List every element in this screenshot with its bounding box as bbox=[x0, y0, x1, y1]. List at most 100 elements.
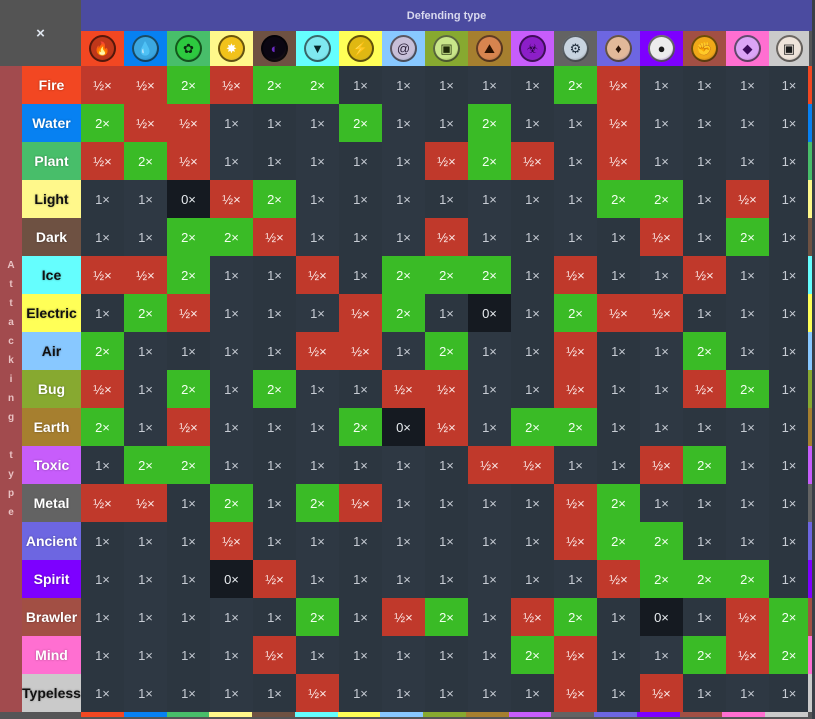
effectiveness-cell: 1× bbox=[640, 256, 683, 294]
table-row: Toxic 1× 2× 2× 1× 1× 1× 1× 1× 1× ½× ½× 1× 1× ½× 2× 1× 1× bbox=[22, 446, 812, 484]
effectiveness-cell: 1× bbox=[339, 522, 382, 560]
effectiveness-cell: ½× bbox=[210, 66, 253, 104]
column-color-marker bbox=[722, 712, 766, 717]
effectiveness-cell: 1× bbox=[468, 408, 511, 446]
attacking-type-dark[interactable]: Dark bbox=[22, 218, 81, 256]
attacking-type-ancient[interactable]: Ancient bbox=[22, 522, 81, 560]
effectiveness-cell: ½× bbox=[554, 484, 597, 522]
table-row: Bug ½× 1× 2× 1× 2× 1× 1× ½× ½× 1× 1× ½× 1× 1× ½× 2× 1× bbox=[22, 370, 812, 408]
defending-type-bug[interactable]: ▣ bbox=[425, 31, 468, 66]
effectiveness-cell: 1× bbox=[597, 636, 640, 674]
defending-type-earth[interactable]: ⛰ bbox=[468, 31, 511, 66]
effectiveness-cell: 1× bbox=[296, 180, 339, 218]
effectiveness-cell: 1× bbox=[81, 446, 124, 484]
defending-type-toxic[interactable]: ☣ bbox=[511, 31, 554, 66]
attacking-type-light[interactable]: Light bbox=[22, 180, 81, 218]
effectiveness-cell: 1× bbox=[468, 522, 511, 560]
effectiveness-cell: ½× bbox=[81, 142, 124, 180]
defending-type-typeless[interactable]: ▣ bbox=[769, 31, 809, 66]
effectiveness-cell: 1× bbox=[339, 636, 382, 674]
effectiveness-cell: 2× bbox=[468, 104, 511, 142]
attacking-type-ice[interactable]: Ice bbox=[22, 256, 81, 294]
defending-type-water[interactable]: 💧 bbox=[124, 31, 167, 66]
typeless-icon: ▣ bbox=[775, 35, 803, 62]
defending-type-electric[interactable]: ⚡ bbox=[339, 31, 382, 66]
effectiveness-cell: 2× bbox=[683, 332, 726, 370]
defending-type-dark[interactable]: ◐ bbox=[253, 31, 296, 66]
effectiveness-cell: 1× bbox=[382, 142, 425, 180]
attacking-type-brawler[interactable]: Brawler bbox=[22, 598, 81, 636]
attacking-type-metal[interactable]: Metal bbox=[22, 484, 81, 522]
effectiveness-cell: 1× bbox=[382, 218, 425, 256]
attacking-label-letter: k bbox=[8, 355, 14, 366]
effectiveness-cell: 1× bbox=[769, 218, 809, 256]
defending-type-ancient[interactable]: ♦ bbox=[597, 31, 640, 66]
attacking-label-letter: c bbox=[8, 336, 14, 347]
column-color-marker bbox=[636, 712, 680, 717]
effectiveness-cell: 1× bbox=[339, 446, 382, 484]
attacking-type-plant[interactable]: Plant bbox=[22, 142, 81, 180]
effectiveness-cell: 1× bbox=[253, 104, 296, 142]
attacking-type-air[interactable]: Air bbox=[22, 332, 81, 370]
effectiveness-cell: 1× bbox=[382, 66, 425, 104]
attacking-type-electric[interactable]: Electric bbox=[22, 294, 81, 332]
effectiveness-cell: 1× bbox=[640, 142, 683, 180]
effectiveness-cell: 1× bbox=[167, 484, 210, 522]
effectiveness-cell: 1× bbox=[124, 560, 167, 598]
defending-type-air[interactable]: @ bbox=[382, 31, 425, 66]
attacking-type-water[interactable]: Water bbox=[22, 104, 81, 142]
effectiveness-cell: 1× bbox=[769, 66, 809, 104]
effectiveness-cell: ½× bbox=[124, 256, 167, 294]
effectiveness-cell: 1× bbox=[425, 104, 468, 142]
effectiveness-cell: ½× bbox=[640, 218, 683, 256]
attacking-type-toxic[interactable]: Toxic bbox=[22, 446, 81, 484]
attacking-type-mind[interactable]: Mind bbox=[22, 636, 81, 674]
effectiveness-cell: 1× bbox=[554, 104, 597, 142]
type-effectiveness-chart: × Defending type 🔥 💧 ✿ ✸ ◐ ▼ ⚡ @ ▣ ⛰ ☣ ⚙ ♦ ● ✊ ◆ ▣ Attac… bbox=[0, 0, 815, 719]
defending-type-plant[interactable]: ✿ bbox=[167, 31, 210, 66]
column-color-marker bbox=[294, 712, 338, 717]
defending-type-metal[interactable]: ⚙ bbox=[554, 31, 597, 66]
effectiveness-cell: 1× bbox=[468, 598, 511, 636]
column-color-marker bbox=[81, 712, 124, 717]
defending-type-fire[interactable]: 🔥 bbox=[81, 31, 124, 66]
defending-type-brawler[interactable]: ✊ bbox=[683, 31, 726, 66]
effectiveness-cell: 2× bbox=[468, 142, 511, 180]
attacking-type-spirit[interactable]: Spirit bbox=[22, 560, 81, 598]
attacking-type-fire[interactable]: Fire bbox=[22, 66, 81, 104]
table-row: Spirit 1× 1× 1× 0× ½× 1× 1× 1× 1× 1× 1× 1× ½× 2× 2× 2× 1× bbox=[22, 560, 812, 598]
effectiveness-cell: 2× bbox=[296, 598, 339, 636]
defending-type-ice[interactable]: ▼ bbox=[296, 31, 339, 66]
attacking-label-letter: n bbox=[7, 393, 15, 404]
effectiveness-cell: ½× bbox=[210, 180, 253, 218]
effectiveness-cell: 1× bbox=[683, 218, 726, 256]
effectiveness-cell: 1× bbox=[296, 294, 339, 332]
effectiveness-cell: 1× bbox=[81, 636, 124, 674]
table-row: Light 1× 1× 0× ½× 2× 1× 1× 1× 1× 1× 1× 1× 2× 2× 1× ½× 1× bbox=[22, 180, 812, 218]
attacking-type-earth[interactable]: Earth bbox=[22, 408, 81, 446]
effectiveness-cell: 1× bbox=[554, 142, 597, 180]
effectiveness-cell: 1× bbox=[511, 370, 554, 408]
attacking-type-typeless[interactable]: Typeless bbox=[22, 674, 81, 712]
effectiveness-cell: 1× bbox=[511, 180, 554, 218]
defending-type-spirit[interactable]: ● bbox=[640, 31, 683, 66]
effectiveness-cell: 0× bbox=[640, 598, 683, 636]
effectiveness-cell: ½× bbox=[382, 598, 425, 636]
effectiveness-cell: 1× bbox=[253, 674, 296, 712]
effectiveness-cell: 1× bbox=[167, 598, 210, 636]
effectiveness-cell: 1× bbox=[769, 408, 809, 446]
attacking-type-bug[interactable]: Bug bbox=[22, 370, 81, 408]
effectiveness-cell: 1× bbox=[683, 674, 726, 712]
column-color-marker bbox=[679, 712, 723, 717]
effectiveness-cell: 2× bbox=[81, 332, 124, 370]
close-icon[interactable]: × bbox=[36, 25, 45, 42]
effectiveness-cell: 1× bbox=[339, 674, 382, 712]
effectiveness-cell: 2× bbox=[683, 446, 726, 484]
defending-type-mind[interactable]: ◆ bbox=[726, 31, 769, 66]
ancient-icon: ♦ bbox=[605, 35, 632, 62]
effectiveness-cell: 1× bbox=[468, 674, 511, 712]
effectiveness-cell: 1× bbox=[339, 598, 382, 636]
effectiveness-cell: ½× bbox=[468, 446, 511, 484]
defending-type-light[interactable]: ✸ bbox=[210, 31, 253, 66]
effectiveness-cell: 1× bbox=[124, 180, 167, 218]
